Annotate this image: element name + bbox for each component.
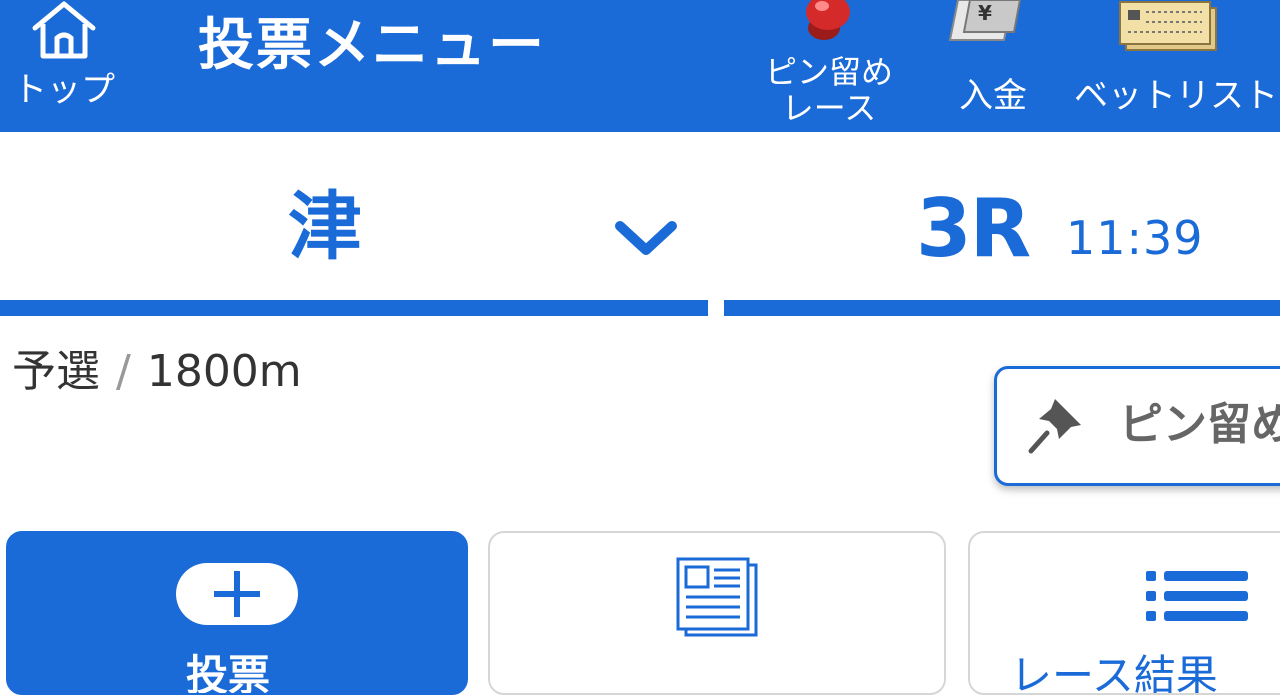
race-start-time: 11:39 — [1066, 211, 1204, 265]
app-header: トップ 投票メニュー ピン留め レース ¥ 入金 ベットリスト — [0, 0, 1280, 132]
race-results-label: レース結果 — [1010, 651, 1218, 695]
yen-card-icon: ¥ — [948, 0, 1022, 41]
venue-name: 津 — [288, 184, 362, 270]
race-distance: 1800m — [146, 346, 302, 397]
vote-label: 投票 — [186, 651, 271, 695]
plus-icon — [176, 563, 298, 625]
venue-underline — [0, 300, 708, 316]
pinned-races-label: ピン留め レース — [744, 54, 914, 126]
race-grade: 予選 — [12, 346, 100, 397]
race-info-card[interactable] — [488, 531, 946, 695]
newspaper-icon — [676, 557, 758, 637]
bet-list-button[interactable]: ベットリスト — [1074, 0, 1278, 132]
deposit-button[interactable]: ¥ 入金 — [928, 0, 1058, 132]
race-dropdown[interactable]: 3R 11:39 — [724, 132, 1280, 317]
page-title: 投票メニュー — [198, 13, 546, 78]
list-icon — [1146, 571, 1248, 621]
top-label: トップ — [13, 70, 115, 110]
race-results-card[interactable]: レース結果 — [968, 531, 1280, 695]
top-button[interactable]: トップ — [8, 0, 120, 120]
race-number: 3R — [916, 182, 1031, 275]
pinned-races-button[interactable]: ピン留め レース — [744, 0, 914, 132]
race-underline — [724, 300, 1280, 316]
pin-race-label: ピン留め — [1119, 399, 1280, 450]
race-info-separator: / — [116, 346, 131, 397]
home-icon — [32, 1, 96, 59]
race-info: 予選 / 1800m — [12, 342, 302, 402]
ticket-stack-icon — [1119, 1, 1217, 51]
bet-list-label: ベットリスト — [1074, 76, 1278, 116]
chevron-down-icon — [615, 221, 677, 255]
pushpin-icon — [806, 0, 850, 40]
pin-icon — [1028, 399, 1081, 454]
vote-card[interactable]: 投票 — [6, 531, 468, 695]
pin-race-button[interactable]: ピン留め — [994, 366, 1280, 486]
pinned-races-label-line1: ピン留め — [764, 53, 893, 91]
deposit-label: 入金 — [959, 76, 1027, 116]
svg-text:¥: ¥ — [978, 1, 992, 25]
pinned-races-label-line2: レース — [781, 89, 877, 127]
venue-dropdown[interactable]: 津 — [0, 132, 708, 317]
race-selector: 津 3R 11:39 — [0, 132, 1280, 317]
